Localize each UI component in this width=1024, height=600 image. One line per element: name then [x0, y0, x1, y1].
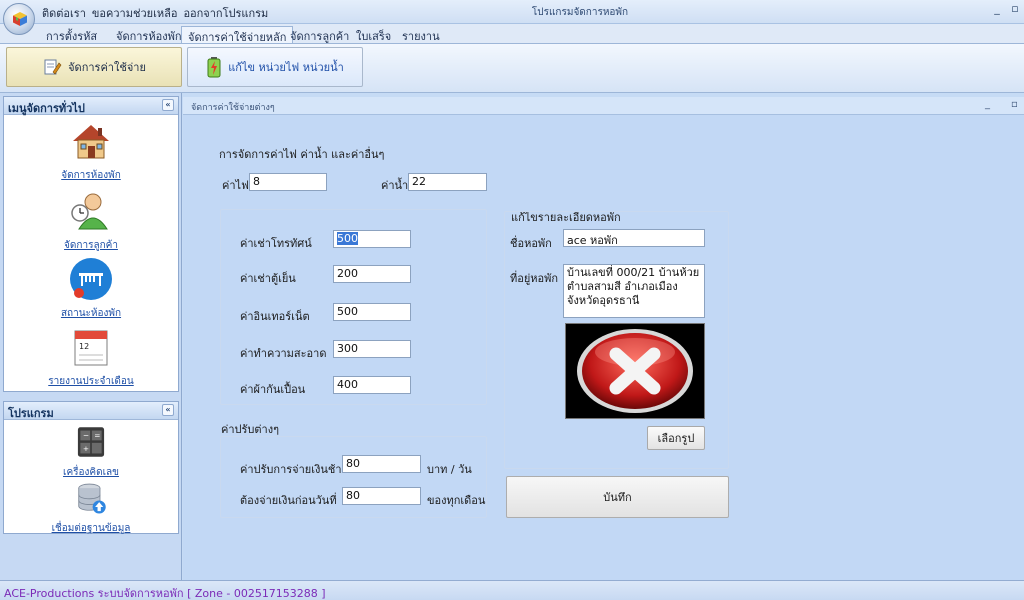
svg-text:−: − — [83, 431, 89, 440]
pay-before-unit: ของทุกเดือน — [427, 494, 486, 507]
error-x-icon — [577, 329, 693, 413]
calendar-icon: 12 — [74, 330, 108, 366]
calculator-icon: − = + — [77, 427, 105, 457]
exit-menu-item[interactable]: ออกจากโปรแกรม — [183, 4, 268, 22]
edit-utility-units-button[interactable]: แก้ไข หน่วยไฟ หน่วยน้ำ — [187, 47, 363, 87]
nav-manage-customers-label: จัดการลูกค้า — [64, 240, 118, 251]
nav-room-status-label: สถานะห้องพัก — [60, 308, 122, 319]
status-bar: ACE-Productions ระบบจัดการหอพัก [ Zone -… — [0, 580, 1024, 600]
dorm-name-label: ชื่อหอพัก — [510, 237, 552, 250]
fee-label: ค่าทำความสะอาด — [240, 347, 327, 360]
svg-text:+: + — [83, 444, 89, 453]
house-icon — [73, 125, 109, 159]
electric-label: ค่าไฟ — [222, 179, 249, 192]
svg-text:12: 12 — [79, 342, 89, 351]
general-menu-title: เมนูจัดการทั่วไป — [8, 102, 85, 115]
database-icon — [78, 483, 106, 514]
nav-monthly-report-label: รายงานประจำเดือน — [48, 376, 134, 387]
help-menu-item[interactable]: ขอความช่วยเหลือ — [92, 4, 178, 22]
pay-before-label: ต้องจ่ายเงินก่อนวันที่ — [240, 494, 337, 507]
contact-menu-item[interactable]: ติดต่อเรา — [42, 4, 86, 22]
late-penalty-input[interactable]: 80 — [342, 455, 421, 473]
dorm-image — [565, 323, 705, 419]
nav-database-connect-label: เชื่อมต่อฐานข้อมูล — [51, 523, 131, 534]
general-menu-panel: เมนูจัดการทั่วไป « จัดการห้องพัก จัดการล… — [3, 96, 179, 392]
fee-label: ค่าเช่าโทรทัศน์ — [240, 237, 312, 250]
tv-rent-input[interactable]: 500 — [333, 230, 411, 248]
tv-rent-value: 500 — [337, 232, 358, 245]
water-label: ค่าน้ำ — [381, 179, 409, 192]
nav-database-connect[interactable]: เชื่อมต่อฐานข้อมูล — [4, 480, 178, 536]
content-header-title: จัดการค่าใช้จ่ายต่างๆ — [191, 103, 275, 113]
nav-calculator[interactable]: − = + เครื่องคิดเลข — [4, 424, 178, 480]
collapse-icon[interactable]: « — [162, 99, 174, 111]
fee-label: ค่าอินเทอร์เน็ต — [240, 310, 310, 323]
nav-manage-rooms[interactable]: จัดการห้องพัก — [4, 119, 178, 183]
dorm-address-label: ที่อยู่หอพัก — [510, 272, 559, 285]
dorm-name-input[interactable]: ace หอพัก — [563, 229, 705, 247]
section-title: การจัดการค่าไฟ ค่าน้ำ และค่าอื่นๆ — [219, 148, 385, 161]
internet-fee-input[interactable]: 500 — [333, 303, 411, 321]
user-clock-icon — [71, 193, 108, 230]
address-line: ตำบลสามสี อำเภอเมือง — [567, 280, 678, 293]
water-rate-input[interactable]: 22 — [408, 173, 487, 191]
program-header[interactable]: โปรแกรม « — [4, 402, 178, 420]
address-line: จังหวัดอุดรธานี — [567, 294, 640, 307]
choose-image-button[interactable]: เลือกรูป — [647, 426, 705, 450]
tab-main-expenses[interactable]: จัดการค่าใช้จ่ายหลัก — [181, 26, 294, 44]
window-title: โปรแกรมจัดการหอพัก — [531, 7, 629, 18]
apron-fee-input[interactable]: 400 — [333, 376, 411, 394]
edit-utility-units-label: แก้ไข หน่วยไฟ หน่วยน้ำ — [228, 61, 344, 74]
pay-before-input[interactable]: 80 — [342, 487, 421, 505]
manage-expenses-button[interactable]: จัดการค่าใช้จ่าย — [6, 47, 182, 87]
quick-menu: ติดต่อเรา ขอความช่วยเหลือ ออกจากโปรแกรม — [42, 4, 268, 22]
fridge-rent-input[interactable]: 200 — [333, 265, 411, 283]
program-panel: โปรแกรม « − = + เครื่องคิดเลข เชื่อมต่อฐ… — [3, 401, 179, 534]
child-minimize-button[interactable]: _ — [985, 99, 990, 110]
ribbon-tabs: การตั้งรหัส จัดการห้องพัก จัดการค่าใช้จ่… — [0, 24, 1024, 44]
general-menu-header[interactable]: เมนูจัดการทั่วไป « — [4, 97, 178, 115]
room-status-icon — [70, 258, 112, 300]
fee-label: ค่าผ้ากันเปื้อน — [240, 383, 306, 396]
penalty-late-unit: บาท / วัน — [427, 463, 472, 476]
dorm-address-input[interactable]: บ้านเลขที่ 000/21 บ้านห้วย ตำบลสามสี อำเ… — [563, 264, 705, 318]
title-bar: ติดต่อเรา ขอความช่วยเหลือ ออกจากโปรแกรม … — [0, 0, 1024, 24]
app-menu-button[interactable] — [3, 3, 35, 35]
tab-reports[interactable]: รายงาน — [396, 26, 446, 44]
penalty-late-label: ค่าปรับการจ่ายเงินช้า — [240, 463, 342, 476]
content-header: จัดการค่าใช้จ่ายต่างๆ _ ▫ — [183, 97, 1024, 115]
battery-icon — [207, 57, 221, 78]
minimize-button[interactable]: _ — [990, 2, 1004, 18]
svg-text:=: = — [94, 431, 100, 440]
tab-rooms[interactable]: จัดการห้องพัก — [110, 26, 187, 44]
nav-calculator-label: เครื่องคิดเลข — [63, 467, 119, 478]
nav-manage-customers[interactable]: จัดการลูกค้า — [4, 189, 178, 253]
child-restore-button[interactable]: ▫ — [1011, 99, 1018, 110]
tab-receipts[interactable]: ใบเสร็จ — [350, 26, 397, 44]
cube-icon — [13, 12, 27, 26]
cleaning-fee-input[interactable]: 300 — [333, 340, 411, 358]
manage-expenses-label: จัดการค่าใช้จ่าย — [68, 61, 146, 74]
electric-rate-input[interactable]: 8 — [249, 173, 327, 191]
tab-customers[interactable]: จัดการลูกค้า — [284, 26, 355, 44]
nav-manage-rooms-label: จัดการห้องพัก — [61, 170, 121, 181]
nav-room-status[interactable]: สถานะห้องพัก — [4, 257, 178, 321]
tab-code-settings[interactable]: การตั้งรหัส — [40, 26, 103, 44]
maximize-button[interactable]: ▫ — [1008, 2, 1022, 18]
ribbon: จัดการค่าใช้จ่าย แก้ไข หน่วยไฟ หน่วยน้ำ — [0, 43, 1024, 93]
save-button[interactable]: บันทึก — [506, 476, 729, 518]
document-pen-icon — [44, 59, 62, 75]
address-line: บ้านเลขที่ 000/21 บ้านห้วย — [567, 266, 700, 279]
sidebar: เมนูจัดการทั่วไป « จัดการห้องพัก จัดการล… — [0, 93, 182, 580]
collapse-icon[interactable]: « — [162, 404, 174, 416]
fee-label: ค่าเช่าตู้เย็น — [240, 272, 296, 285]
program-title: โปรแกรม — [8, 407, 54, 420]
nav-monthly-report[interactable]: 12 รายงานประจำเดือน — [4, 325, 178, 389]
